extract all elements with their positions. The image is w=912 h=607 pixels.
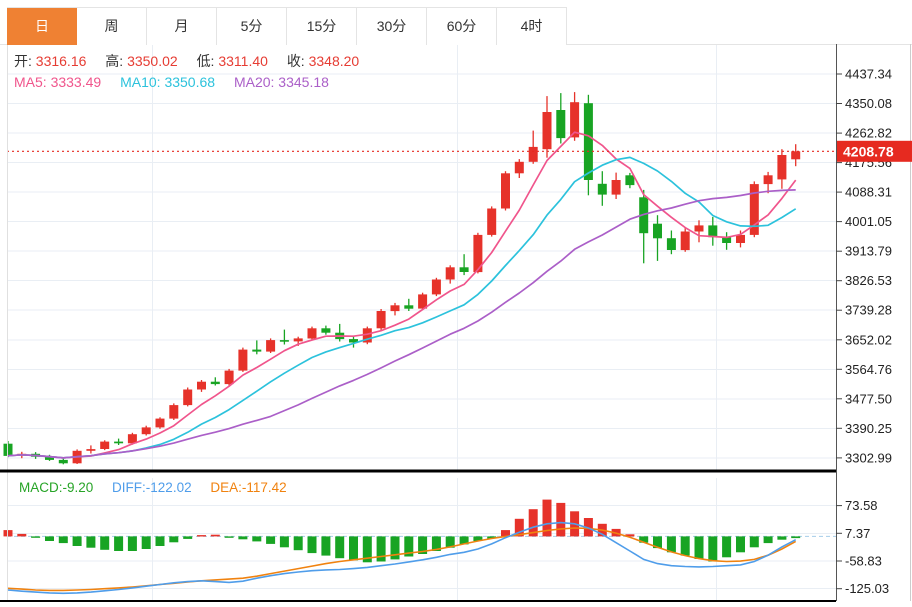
ma20-value: 3345.18 — [278, 74, 329, 90]
ma10-line — [8, 157, 796, 458]
svg-text:-125.03: -125.03 — [845, 581, 889, 596]
trading-chart-window: 日周月5分15分30分60分4时 开: 3316.16 高: 3350.02 低… — [0, 0, 912, 607]
tab-15min[interactable]: 15分 — [287, 8, 357, 45]
tab-day[interactable]: 日 — [7, 8, 77, 45]
open-value: 3316.16 — [36, 53, 87, 69]
ma10-pair: MA10: 3350.68 — [120, 74, 215, 90]
svg-text:4437.34: 4437.34 — [845, 67, 892, 82]
svg-text:4088.31: 4088.31 — [845, 185, 892, 200]
macd-pair: MACD:-9.20 — [19, 480, 93, 495]
macd-histogram — [4, 500, 801, 563]
svg-text:4350.08: 4350.08 — [845, 96, 892, 111]
current-price-label: 4208.78 — [843, 143, 894, 159]
tab-5min[interactable]: 5分 — [217, 8, 287, 45]
macd-label: MACD: — [19, 480, 63, 495]
ma10-value: 3350.68 — [164, 74, 215, 90]
high-label: 高: — [105, 53, 123, 69]
svg-text:4262.82: 4262.82 — [845, 126, 892, 141]
svg-text:73.58: 73.58 — [845, 498, 878, 513]
dea-line — [8, 528, 796, 590]
tab-month[interactable]: 月 — [147, 8, 217, 45]
open-pair: 开: 3316.16 — [14, 53, 86, 69]
tab-30min[interactable]: 30分 — [357, 8, 427, 45]
svg-text:3302.99: 3302.99 — [845, 450, 892, 465]
low-label: 低: — [197, 53, 215, 69]
svg-text:3564.76: 3564.76 — [845, 362, 892, 377]
svg-text:3390.25: 3390.25 — [845, 421, 892, 436]
high-pair: 高: 3350.02 — [105, 53, 177, 69]
dea-label: DEA: — [210, 480, 242, 495]
low-value: 3311.40 — [218, 53, 268, 69]
dea-value: -117.42 — [242, 480, 287, 495]
svg-text:3739.28: 3739.28 — [845, 303, 892, 318]
ma-info-row: MA5: 3333.49 MA10: 3350.68 MA20: 3345.18 — [14, 74, 344, 90]
candlestick-series — [4, 92, 801, 464]
svg-text:-58.83: -58.83 — [845, 554, 882, 569]
svg-text:3652.02: 3652.02 — [845, 332, 892, 347]
ohlc-info-row: 开: 3316.16 高: 3350.02 低: 3311.40 收: 3348… — [14, 51, 374, 71]
interval-tabbar: 日周月5分15分30分60分4时 — [7, 7, 567, 45]
ma5-line — [8, 132, 796, 458]
svg-text:4001.05: 4001.05 — [845, 214, 892, 229]
open-label: 开: — [14, 53, 32, 69]
diff-pair: DIFF:-122.02 — [112, 480, 192, 495]
ma5-value: 3333.49 — [51, 74, 102, 90]
ma5-pair: MA5: 3333.49 — [14, 74, 101, 90]
macd-axis-labels: 73.58 7.37 -58.83 -125.03 — [836, 498, 889, 596]
svg-text:7.37: 7.37 — [845, 526, 870, 541]
close-pair: 收: 3348.20 — [287, 53, 359, 69]
macd-info-row: MACD:-9.20 DIFF:-122.02 DEA:-117.42 — [19, 480, 302, 495]
tab-60min[interactable]: 60分 — [427, 8, 497, 45]
low-pair: 低: 3311.40 — [197, 53, 268, 69]
svg-text:3477.50: 3477.50 — [845, 391, 892, 406]
panel-borders — [0, 44, 912, 601]
ma20-label: MA20: — [234, 74, 274, 90]
price-axis-labels: 4437.344350.084262.824175.564088.314001.… — [836, 67, 892, 466]
dea-pair: DEA:-117.42 — [210, 480, 286, 495]
ma10-label: MA10: — [120, 74, 160, 90]
ma20-line — [8, 190, 796, 458]
svg-text:3913.79: 3913.79 — [845, 244, 892, 259]
tab-week[interactable]: 周 — [77, 8, 147, 45]
close-label: 收: — [287, 53, 305, 69]
diff-value: -122.02 — [146, 480, 192, 495]
ma20-pair: MA20: 3345.18 — [234, 74, 329, 90]
ma5-label: MA5: — [14, 74, 47, 90]
svg-text:3826.53: 3826.53 — [845, 273, 892, 288]
tab-4hour[interactable]: 4时 — [497, 8, 567, 45]
diff-label: DIFF: — [112, 480, 146, 495]
macd-value: -9.20 — [63, 480, 94, 495]
close-value: 3348.20 — [309, 53, 360, 69]
chart-svg: 4437.344350.084262.824175.564088.314001.… — [0, 0, 912, 607]
high-value: 3350.02 — [127, 53, 178, 69]
